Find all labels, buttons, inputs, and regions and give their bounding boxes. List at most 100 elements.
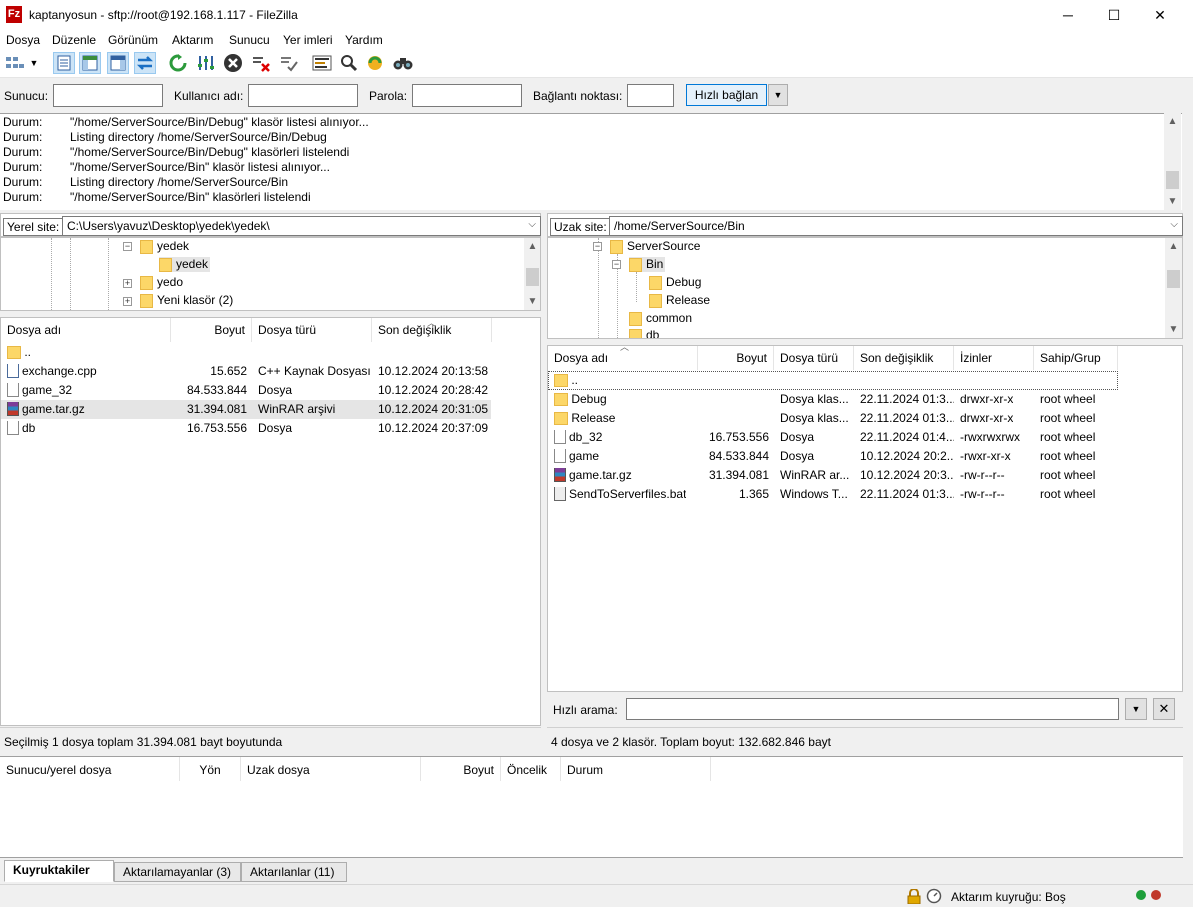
table-row[interactable]: game.tar.gz 31.394.081 WinRAR ar... 10.1…	[548, 466, 1118, 485]
host-input[interactable]	[53, 84, 163, 107]
menu-dosya[interactable]: Dosya	[6, 33, 40, 47]
menu-gorunum[interactable]: Görünüm	[108, 33, 158, 47]
quickconnect-history-dropdown[interactable]: ▼	[768, 84, 788, 106]
quickconnect-button[interactable]: Hızlı bağlan	[686, 84, 767, 106]
scroll-down-icon[interactable]: ▼	[1164, 193, 1181, 210]
column-header-size[interactable]: Boyut	[171, 318, 252, 342]
menu-yardim[interactable]: Yardım	[345, 33, 383, 47]
scroll-thumb[interactable]	[526, 268, 539, 286]
collapse-icon[interactable]: −	[123, 242, 132, 251]
directory-filter-icon[interactable]	[311, 52, 333, 74]
reconnect-icon[interactable]	[278, 52, 300, 74]
tree-item-selected[interactable]: yedek	[159, 257, 211, 272]
remote-tree-scrollbar[interactable]: ▲ ▼	[1165, 238, 1182, 338]
port-input[interactable]	[627, 84, 674, 107]
remote-path-combo[interactable]: /home/ServerSource/Bin ⌵	[609, 216, 1183, 236]
site-manager-icon[interactable]	[4, 52, 26, 74]
table-row[interactable]: db_32 16.753.556 Dosya 22.11.2024 01:4..…	[548, 428, 1118, 447]
speed-limit-icon[interactable]	[926, 888, 942, 907]
scroll-thumb[interactable]	[1166, 171, 1179, 189]
quick-search-input[interactable]	[626, 698, 1119, 720]
chevron-down-icon[interactable]: ⌵	[528, 219, 536, 230]
queue-header-local-file[interactable]: Sunucu/yerel dosya	[0, 757, 180, 781]
local-path: C:\Users\yavuz\Desktop\yedek\yedek\	[67, 219, 270, 233]
queue-header-remote-file[interactable]: Uzak dosya	[241, 757, 421, 781]
password-input[interactable]	[412, 84, 522, 107]
title-bar: Fz kaptanyosun - sftp://root@192.168.1.1…	[0, 0, 1193, 30]
dropdown-arrow-icon[interactable]: ▼	[28, 52, 40, 74]
column-header-name[interactable]: Dosya adı	[1, 318, 171, 342]
quickconnect-bar: Sunucu: Kullanıcı adı: Parola: Bağlantı …	[0, 79, 1193, 112]
close-button[interactable]: ✕	[1137, 0, 1183, 30]
table-row[interactable]: ..	[1, 343, 491, 362]
find-files-icon[interactable]	[392, 52, 414, 74]
minimize-button[interactable]: ─	[1045, 0, 1091, 30]
tree-item[interactable]: yedo	[140, 275, 183, 290]
tree-item[interactable]: common	[629, 311, 692, 326]
column-header-modified[interactable]: Son değişiklik	[854, 346, 954, 370]
toggle-log-icon[interactable]	[53, 52, 75, 74]
process-queue-icon[interactable]	[195, 52, 217, 74]
table-row[interactable]: exchange.cpp 15.652 C++ Kaynak Dosyası 1…	[1, 362, 491, 381]
table-row[interactable]: db 16.753.556 Dosya 10.12.2024 20:37:09	[1, 419, 491, 438]
collapse-icon[interactable]: −	[593, 242, 602, 251]
toggle-queue-icon[interactable]	[134, 52, 156, 74]
queue-tabs: Kuyruktakiler Aktarılamayanlar (3) Aktar…	[0, 859, 1193, 883]
column-header-owner[interactable]: Sahip/Grup	[1034, 346, 1118, 370]
collapse-icon[interactable]: −	[612, 260, 621, 269]
tree-item[interactable]: ServerSource	[610, 239, 700, 254]
table-row[interactable]: SendToServerfiles.bat 1.365 Windows T...…	[548, 485, 1118, 504]
tree-item[interactable]: Debug	[649, 275, 701, 290]
menu-yer-imleri[interactable]: Yer imleri	[283, 33, 333, 47]
column-header-type[interactable]: Dosya türü	[252, 318, 372, 342]
compare-icon[interactable]	[364, 52, 386, 74]
queue-header-direction[interactable]: Yön	[180, 757, 241, 781]
table-row[interactable]: Debug Dosya klas... 22.11.2024 01:3... d…	[548, 390, 1118, 409]
local-path-combo[interactable]: C:\Users\yavuz\Desktop\yedek\yedek\ ⌵	[62, 216, 541, 236]
queue-header-status[interactable]: Durum	[561, 757, 711, 781]
tree-item[interactable]: Release	[649, 293, 710, 308]
refresh-icon[interactable]	[167, 52, 189, 74]
log-scrollbar[interactable]: ▲ ▼	[1164, 113, 1181, 210]
scroll-up-icon[interactable]: ▲	[1165, 238, 1182, 255]
cancel-icon[interactable]	[222, 52, 244, 74]
tab-queued[interactable]: Kuyruktakiler	[4, 860, 114, 882]
scroll-down-icon[interactable]: ▼	[524, 293, 540, 310]
column-header-size[interactable]: Boyut	[698, 346, 774, 370]
username-input[interactable]	[248, 84, 358, 107]
tree-item[interactable]: Yeni klasör (2)	[140, 293, 233, 308]
tab-failed[interactable]: Aktarılamayanlar (3)	[114, 862, 241, 882]
expand-icon[interactable]: +	[123, 279, 132, 288]
maximize-button[interactable]: ☐	[1091, 0, 1137, 30]
disconnect-icon[interactable]	[250, 52, 272, 74]
tree-item-selected[interactable]: Bin	[629, 257, 666, 272]
folder-icon	[140, 239, 153, 254]
queue-header-size[interactable]: Boyut	[421, 757, 501, 781]
expand-icon[interactable]: +	[123, 297, 132, 306]
toggle-remote-tree-icon[interactable]	[107, 52, 129, 74]
table-row-selected[interactable]: game.tar.gz 31.394.081 WinRAR arşivi 10.…	[1, 400, 491, 419]
tab-successful[interactable]: Aktarılanlar (11)	[241, 862, 347, 882]
clear-search-icon[interactable]: ✕	[1153, 698, 1175, 720]
menu-sunucu[interactable]: Sunucu	[229, 33, 270, 47]
scroll-thumb[interactable]	[1167, 270, 1180, 288]
table-row-focused[interactable]: ..	[548, 371, 1118, 390]
scroll-up-icon[interactable]: ▲	[1164, 113, 1181, 130]
toggle-local-tree-icon[interactable]	[79, 52, 101, 74]
search-options-dropdown-icon[interactable]: ▼	[1125, 698, 1147, 720]
table-row[interactable]: game_32 84.533.844 Dosya 10.12.2024 20:2…	[1, 381, 491, 400]
column-header-permissions[interactable]: İzinler	[954, 346, 1034, 370]
column-header-type[interactable]: Dosya türü	[774, 346, 854, 370]
tree-item[interactable]: db	[629, 328, 659, 338]
menu-duzenle[interactable]: Düzenle	[52, 33, 96, 47]
queue-header-priority[interactable]: Öncelik	[501, 757, 561, 781]
scroll-down-icon[interactable]: ▼	[1165, 321, 1182, 338]
chevron-down-icon[interactable]: ⌵	[1170, 219, 1178, 230]
tree-item[interactable]: yedek	[140, 239, 189, 254]
search-icon[interactable]	[338, 52, 360, 74]
table-row[interactable]: Release Dosya klas... 22.11.2024 01:3...…	[548, 409, 1118, 428]
menu-aktarim[interactable]: Aktarım	[172, 33, 213, 47]
scroll-up-icon[interactable]: ▲	[524, 238, 540, 255]
local-tree-scrollbar[interactable]: ▲ ▼	[524, 238, 540, 310]
table-row[interactable]: game 84.533.844 Dosya 10.12.2024 20:2...…	[548, 447, 1118, 466]
